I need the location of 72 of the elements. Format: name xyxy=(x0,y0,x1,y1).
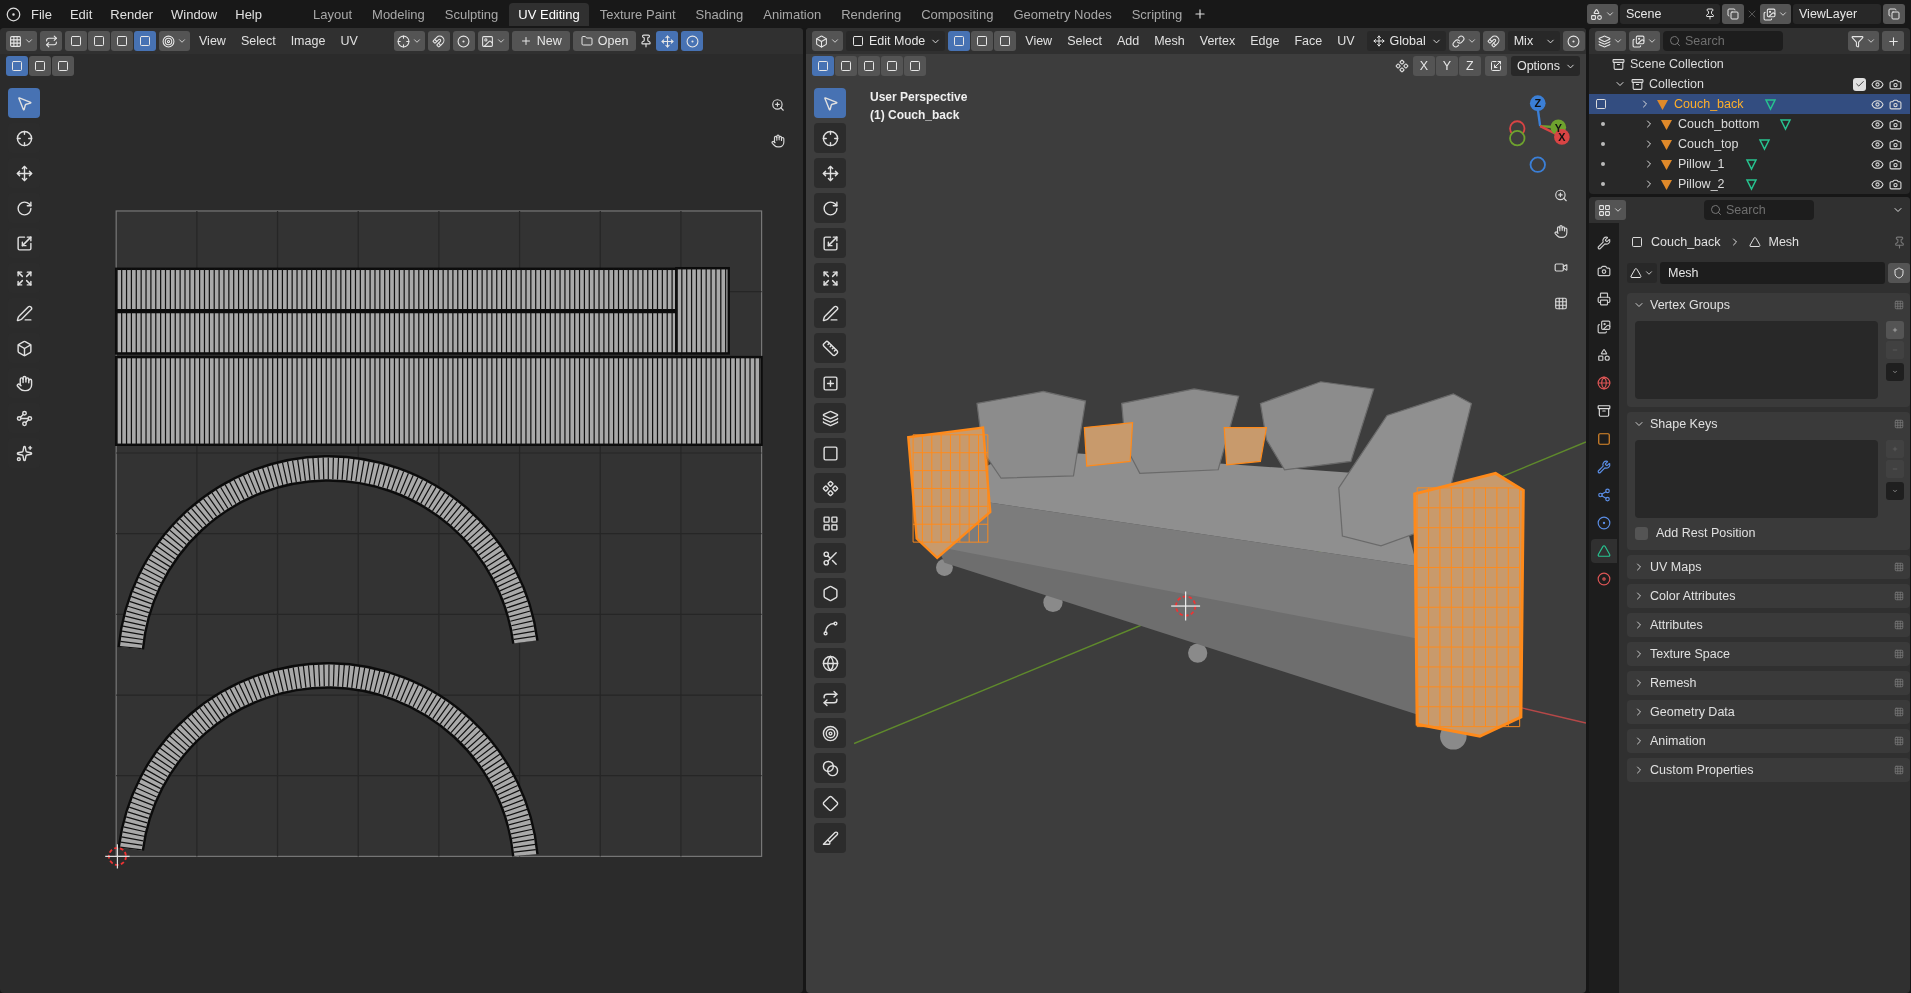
header-menu[interactable]: Select xyxy=(1061,31,1108,51)
header-menu[interactable]: View xyxy=(193,31,232,51)
workspace-tab[interactable]: Rendering xyxy=(832,2,911,26)
open-image-button[interactable]: Open xyxy=(572,31,637,51)
outliner-row[interactable]: Couch_back xyxy=(1589,94,1910,114)
header-menu[interactable]: Image xyxy=(284,31,332,51)
object-name: Couch_top xyxy=(1678,137,1739,151)
outliner-item[interactable]: Collection xyxy=(1649,77,1704,91)
header-menu[interactable]: Edge xyxy=(1244,31,1286,51)
header-menu[interactable]: Vertex xyxy=(1193,31,1242,51)
viewport-info-text: (1) Couch_back xyxy=(870,108,961,122)
options-dropdown[interactable]: Options xyxy=(1510,56,1580,76)
outliner-item[interactable]: Scene Collection xyxy=(1630,57,1724,71)
outliner-row[interactable]: Pillow_1 xyxy=(1589,154,1910,174)
viewport-info-text: User Perspective xyxy=(870,90,968,104)
menu-item[interactable]: Edit xyxy=(61,3,101,25)
object-name: Couch_bottom xyxy=(1678,117,1760,131)
object-name: Couch_back xyxy=(1674,97,1744,111)
panel-title[interactable]: Custom Properties xyxy=(1650,763,1754,777)
mesh-name-field[interactable]: Mesh xyxy=(1660,262,1885,284)
axis-label: Z xyxy=(1534,97,1542,110)
workspace-tab[interactable]: Texture Paint xyxy=(590,2,685,26)
checkbox-label: Add Rest Position xyxy=(1656,526,1756,540)
panel-title[interactable]: Texture Space xyxy=(1650,647,1730,661)
object-name: Pillow_2 xyxy=(1678,177,1725,191)
header-menu[interactable]: View xyxy=(1019,31,1059,51)
outliner-row[interactable]: Couch_bottom xyxy=(1589,114,1910,134)
scene-field[interactable]: Scene xyxy=(1620,4,1720,24)
object-name: Pillow_1 xyxy=(1678,157,1725,171)
breadcrumb-text: Mesh xyxy=(1768,235,1800,249)
axis-label: X xyxy=(1558,131,1566,144)
menu-item[interactable]: Window xyxy=(163,3,226,25)
header-menu[interactable]: Select xyxy=(234,31,282,51)
header-menu[interactable]: UV xyxy=(1331,31,1361,51)
workspace-tab[interactable]: Compositing xyxy=(912,2,1003,26)
view-layer-field[interactable]: ViewLayer xyxy=(1793,4,1881,24)
panel-title[interactable]: Shape Keys xyxy=(1650,417,1718,431)
workspace-tab[interactable]: Shading xyxy=(686,2,753,26)
panel-title[interactable]: Geometry Data xyxy=(1650,705,1735,719)
panel-title[interactable]: Vertex Groups xyxy=(1650,298,1730,312)
header-menu[interactable]: Mesh xyxy=(1148,31,1191,51)
workspace-tab[interactable]: UV Editing xyxy=(509,2,589,26)
workspace-tab[interactable]: Animation xyxy=(754,2,831,26)
workspace-tab[interactable]: Scripting xyxy=(1122,2,1192,26)
workspace-tab[interactable]: Geometry Nodes xyxy=(1004,2,1121,26)
outliner-row[interactable]: Couch_top xyxy=(1589,134,1910,154)
mode-dropdown[interactable]: Edit Mode xyxy=(846,31,946,51)
header-menu[interactable]: UV xyxy=(334,31,364,51)
new-image-button[interactable]: New xyxy=(511,31,570,51)
search-field[interactable]: Search xyxy=(1663,31,1783,51)
menu-item[interactable]: Render xyxy=(102,3,161,25)
header-menu[interactable]: Add xyxy=(1110,31,1146,51)
workspace-tab[interactable]: Modeling xyxy=(363,2,434,26)
search-field[interactable]: Search xyxy=(1704,200,1814,220)
breadcrumb-text: Couch_back xyxy=(1651,235,1721,249)
axis-toggle-button[interactable]: Y xyxy=(1435,56,1458,76)
panel-title[interactable]: Remesh xyxy=(1650,676,1697,690)
menu-item[interactable]: Help xyxy=(227,3,270,25)
orientation-dropdown[interactable]: Global xyxy=(1366,31,1446,51)
axis-label: Y xyxy=(1554,121,1562,134)
header-menu[interactable]: Face xyxy=(1288,31,1329,51)
axis-toggle-button[interactable]: Z xyxy=(1458,56,1481,76)
outliner-row[interactable]: Pillow_2 xyxy=(1589,174,1910,194)
panel-title[interactable]: UV Maps xyxy=(1650,560,1702,574)
panel-title[interactable]: Color Attributes xyxy=(1650,589,1736,603)
panel-title[interactable]: Attributes xyxy=(1650,618,1703,632)
menu-item[interactable]: File xyxy=(23,3,60,25)
axis-toggle-button[interactable]: X xyxy=(1412,56,1435,76)
workspace-tab[interactable]: Layout xyxy=(304,2,362,26)
panel-title[interactable]: Animation xyxy=(1650,734,1706,748)
snap-target-dropdown[interactable]: Mix xyxy=(1507,31,1560,51)
workspace-tab[interactable]: Sculpting xyxy=(435,2,508,26)
